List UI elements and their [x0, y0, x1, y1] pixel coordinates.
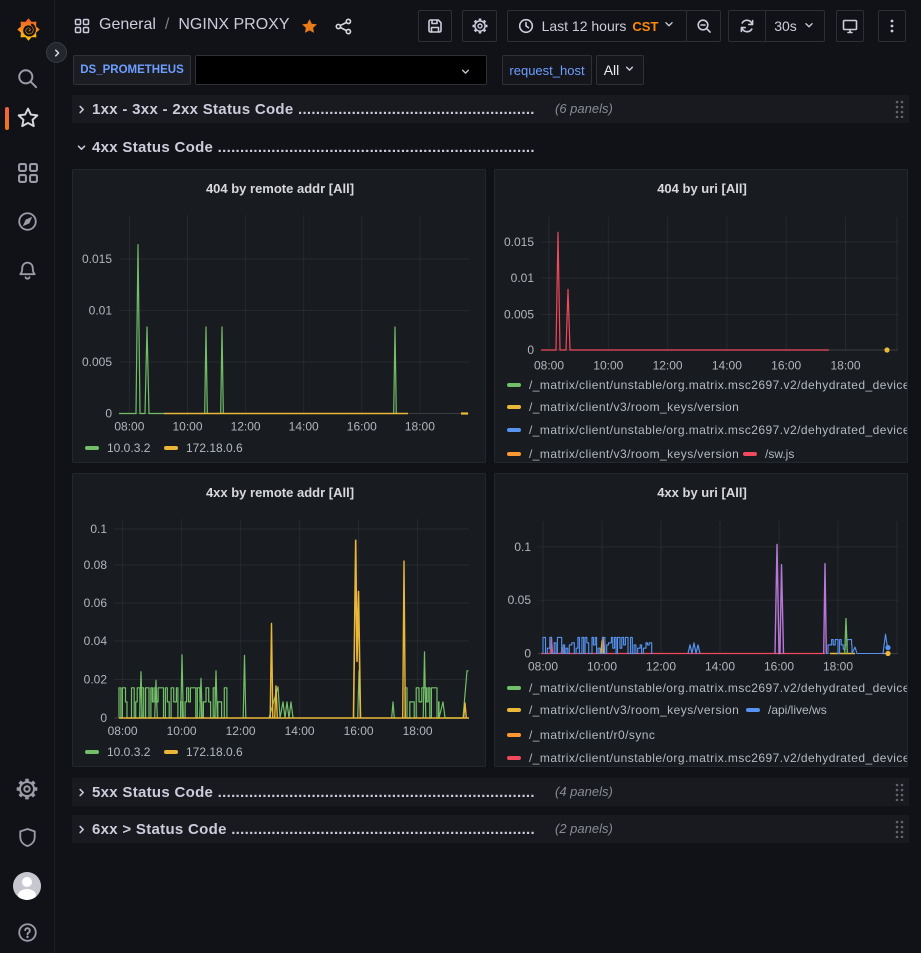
svg-text:/_matrix/client/unstable/org.m: /_matrix/client/unstable/org.matrix.msc2…: [529, 378, 908, 392]
svg-text:172.18.0.6: 172.18.0.6: [186, 745, 243, 759]
svg-text:0: 0: [527, 343, 534, 357]
svg-text:10:00: 10:00: [172, 420, 202, 434]
svg-text:/api/live/ws: /api/live/ws: [768, 703, 827, 717]
svg-text:0.1: 0.1: [90, 522, 107, 536]
svg-text:/_matrix/client/v3/room_keys/v: /_matrix/client/v3/room_keys/version: [529, 703, 739, 717]
svg-text:08:00: 08:00: [114, 420, 144, 434]
svg-text:404 by remote addr [All]: 404 by remote addr [All]: [206, 181, 354, 196]
svg-text:10:00: 10:00: [587, 660, 617, 674]
svg-text:0: 0: [524, 647, 531, 661]
svg-text:10.0.3.2: 10.0.3.2: [107, 441, 151, 455]
svg-text:0.1: 0.1: [514, 540, 531, 554]
svg-text:0.05: 0.05: [508, 593, 532, 607]
svg-text:0.01: 0.01: [511, 271, 535, 285]
svg-text:08:00: 08:00: [108, 724, 138, 738]
svg-text:0: 0: [100, 711, 107, 725]
svg-text:/_matrix/client/unstable/org.m: /_matrix/client/unstable/org.matrix.msc2…: [529, 681, 908, 695]
svg-text:0.04: 0.04: [84, 634, 108, 648]
svg-text:18:00: 18:00: [403, 724, 433, 738]
svg-text:18:00: 18:00: [405, 420, 435, 434]
svg-text:/_matrix/client/unstable/org.m: /_matrix/client/unstable/org.matrix.msc2…: [529, 751, 908, 765]
svg-text:16:00: 16:00: [764, 660, 794, 674]
svg-text:/sw.js: /sw.js: [765, 447, 794, 461]
svg-text:08:00: 08:00: [528, 660, 558, 674]
svg-text:0.005: 0.005: [504, 308, 534, 322]
svg-text:14:00: 14:00: [705, 660, 735, 674]
svg-text:0.015: 0.015: [504, 235, 534, 249]
svg-text:4xx by remote addr [All]: 4xx by remote addr [All]: [206, 485, 354, 500]
svg-text:16:00: 16:00: [771, 359, 801, 373]
svg-text:12:00: 12:00: [646, 660, 676, 674]
svg-text:/_matrix/client/v3/room_keys/v: /_matrix/client/v3/room_keys/version: [529, 447, 739, 461]
svg-text:0.02: 0.02: [84, 673, 108, 687]
svg-text:404 by uri [All]: 404 by uri [All]: [657, 181, 747, 196]
svg-text:10:00: 10:00: [167, 724, 197, 738]
svg-text:4xx by uri [All]: 4xx by uri [All]: [657, 485, 747, 500]
svg-text:08:00: 08:00: [534, 359, 564, 373]
svg-text:16:00: 16:00: [347, 420, 377, 434]
svg-text:0.015: 0.015: [82, 252, 112, 266]
svg-text:/_matrix/client/v3/room_keys/v: /_matrix/client/v3/room_keys/version: [529, 400, 739, 414]
svg-text:10:00: 10:00: [593, 359, 623, 373]
svg-text:0.08: 0.08: [84, 558, 108, 572]
svg-text:14:00: 14:00: [712, 359, 742, 373]
svg-text:/_matrix/client/r0/sync: /_matrix/client/r0/sync: [529, 728, 655, 742]
svg-text:12:00: 12:00: [653, 359, 683, 373]
svg-text:12:00: 12:00: [231, 420, 261, 434]
svg-text:16:00: 16:00: [344, 724, 374, 738]
svg-text:172.18.0.6: 172.18.0.6: [186, 441, 243, 455]
svg-text:/_matrix/client/unstable/org.m: /_matrix/client/unstable/org.matrix.msc2…: [529, 423, 908, 437]
svg-text:12:00: 12:00: [226, 724, 256, 738]
svg-text:14:00: 14:00: [289, 420, 319, 434]
svg-text:10.0.3.2: 10.0.3.2: [107, 745, 151, 759]
svg-text:0.01: 0.01: [89, 304, 113, 318]
svg-text:18:00: 18:00: [830, 359, 860, 373]
svg-text:18:00: 18:00: [823, 660, 853, 674]
svg-text:0: 0: [105, 407, 112, 421]
svg-text:0.06: 0.06: [84, 596, 108, 610]
svg-text:0.005: 0.005: [82, 355, 112, 369]
svg-text:14:00: 14:00: [285, 724, 315, 738]
